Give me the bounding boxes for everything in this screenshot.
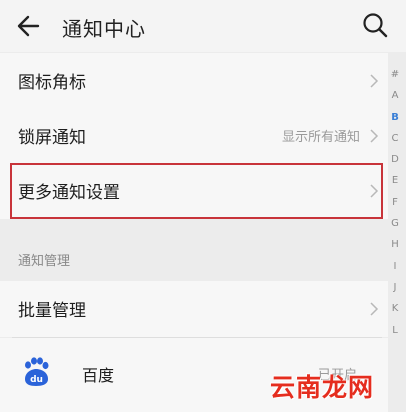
index-letter[interactable]: A — [392, 85, 399, 106]
index-letter[interactable]: H — [391, 234, 399, 255]
setting-row-badge[interactable]: 图标角标 — [0, 53, 388, 109]
index-letter[interactable]: I — [394, 256, 397, 277]
index-letter[interactable]: K — [392, 298, 399, 319]
index-letter[interactable]: L — [392, 320, 398, 341]
setting-row-lockscreen[interactable]: 锁屏通知 显示所有通知 — [0, 108, 388, 164]
alphabet-index[interactable]: # A B C D E F G H I J K L — [386, 64, 404, 341]
index-letter[interactable]: # — [391, 64, 399, 85]
search-icon[interactable] — [360, 10, 390, 40]
chevron-right-icon — [370, 184, 379, 198]
setting-row-more[interactable]: 更多通知设置 — [0, 163, 388, 219]
watermark-text: 云南龙网 — [270, 373, 375, 402]
setting-label: 锁屏通知 — [18, 128, 86, 148]
section-title: 通知管理 — [18, 254, 71, 269]
batch-manage-row[interactable]: 批量管理 — [0, 281, 388, 337]
chevron-right-icon — [370, 74, 379, 88]
index-letter[interactable]: B — [391, 107, 399, 128]
app-name: 百度 — [82, 366, 115, 385]
setting-label: 更多通知设置 — [18, 183, 120, 203]
chevron-right-icon — [370, 302, 379, 316]
index-letter[interactable]: E — [392, 170, 398, 191]
arrow-left-icon[interactable] — [12, 10, 44, 42]
index-letter[interactable]: J — [394, 277, 397, 298]
setting-value: 显示所有通知 — [281, 130, 360, 145]
page-title: 通知中心 — [62, 17, 146, 41]
index-letter[interactable]: F — [392, 192, 398, 213]
svg-text:du: du — [30, 375, 43, 385]
index-letter[interactable]: G — [391, 213, 399, 234]
chevron-right-icon — [370, 129, 379, 143]
top-bar: 通知中心 — [0, 0, 406, 52]
index-letter[interactable]: D — [391, 149, 399, 170]
index-letter[interactable]: C — [392, 128, 399, 149]
batch-manage-label: 批量管理 — [18, 301, 86, 321]
setting-label: 图标角标 — [18, 73, 86, 93]
baidu-paw-icon: du — [25, 357, 49, 386]
